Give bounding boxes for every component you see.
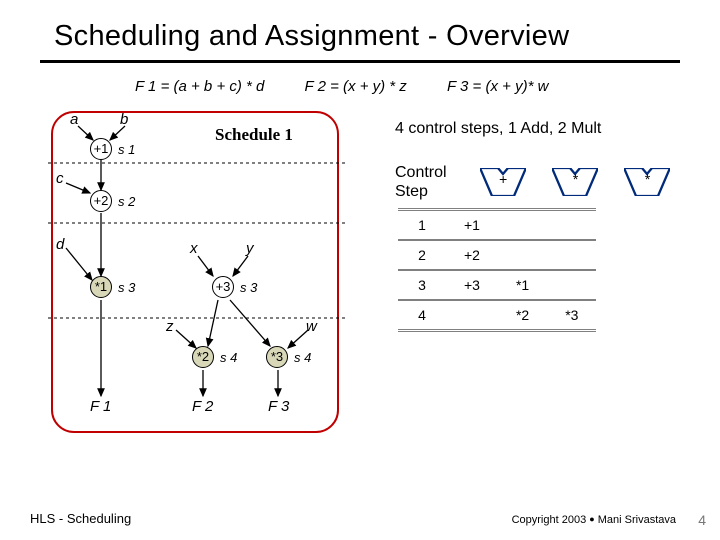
step-s2: s 2	[118, 194, 135, 209]
cell-mult2	[547, 270, 596, 300]
step-s3a: s 3	[118, 280, 135, 295]
table-row: 3 +3 *1	[398, 270, 596, 300]
cell-step: 2	[398, 240, 446, 270]
var-x: x	[190, 240, 198, 257]
var-y: y	[246, 240, 254, 257]
table-row: 1 +1	[398, 210, 596, 241]
cell-step: 4	[398, 300, 446, 331]
cell-mult2	[547, 210, 596, 241]
op-plus2: +2	[90, 190, 112, 212]
cell-mult1	[498, 210, 547, 241]
step-s3b: s 3	[240, 280, 257, 295]
out-f3: F 3	[268, 398, 289, 415]
op-plus3: +3	[212, 276, 234, 298]
mult2-symbol: *	[624, 171, 670, 187]
formula-f2: F 2 = (x + y) * z	[305, 78, 407, 95]
op-plus1: +1	[90, 138, 112, 160]
out-f1: F 1	[90, 398, 111, 415]
var-d: d	[56, 236, 64, 253]
title-underline	[40, 60, 680, 63]
resource-summary: 4 control steps, 1 Add, 2 Mult	[395, 120, 601, 138]
cell-mult1: *1	[498, 270, 547, 300]
formula-f1: F 1 = (a + b + c) * d	[135, 78, 264, 95]
formulas-row: F 1 = (a + b + c) * d F 2 = (x + y) * z …	[135, 78, 584, 95]
step-s1: s 1	[118, 142, 135, 157]
cell-mult2: *3	[547, 300, 596, 331]
step-s4a: s 4	[220, 350, 237, 365]
cell-mult1	[498, 240, 547, 270]
out-f2: F 2	[192, 398, 213, 415]
mult1-funnel-icon: *	[552, 168, 598, 196]
op-mul3: *3	[266, 346, 288, 368]
op-mul1: *1	[90, 276, 112, 298]
copyright-prefix: Copyright 2003	[512, 514, 590, 526]
var-z: z	[166, 318, 174, 335]
cell-add: +3	[446, 270, 498, 300]
op-mul2: *2	[192, 346, 214, 368]
table-row: 2 +2	[398, 240, 596, 270]
cell-add: +2	[446, 240, 498, 270]
copyright-suffix: Mani Srivastava	[595, 514, 676, 526]
cell-mult2	[547, 240, 596, 270]
cell-step: 3	[398, 270, 446, 300]
adder-symbol: +	[480, 171, 526, 187]
schedule-table: 1 +1 2 +2 3 +3 *1 4 *2 *3	[398, 208, 596, 332]
control-step-label: Control Step	[395, 163, 447, 201]
var-w: w	[306, 318, 317, 335]
footer-right: Copyright 2003 ● Mani Srivastava	[512, 514, 676, 526]
cell-mult1: *2	[498, 300, 547, 331]
step-s4b: s 4	[294, 350, 311, 365]
cell-add: +1	[446, 210, 498, 241]
var-a: a	[70, 111, 78, 128]
mult2-funnel-icon: *	[624, 168, 670, 196]
var-b: b	[120, 111, 128, 128]
page-title: Scheduling and Assignment - Overview	[54, 20, 569, 53]
adder-funnel-icon: +	[480, 168, 526, 196]
footer-left: HLS - Scheduling	[30, 511, 131, 526]
var-c: c	[56, 170, 64, 187]
cell-step: 1	[398, 210, 446, 241]
formula-f3: F 3 = (x + y)* w	[447, 78, 548, 95]
dfg-diagram: a b c d x y z w +1 +2 *1 +3 *2 *3 s 1 s …	[48, 108, 388, 453]
page-number: 4	[698, 512, 706, 528]
cell-add	[446, 300, 498, 331]
table-row: 4 *2 *3	[398, 300, 596, 331]
mult1-symbol: *	[552, 171, 598, 187]
